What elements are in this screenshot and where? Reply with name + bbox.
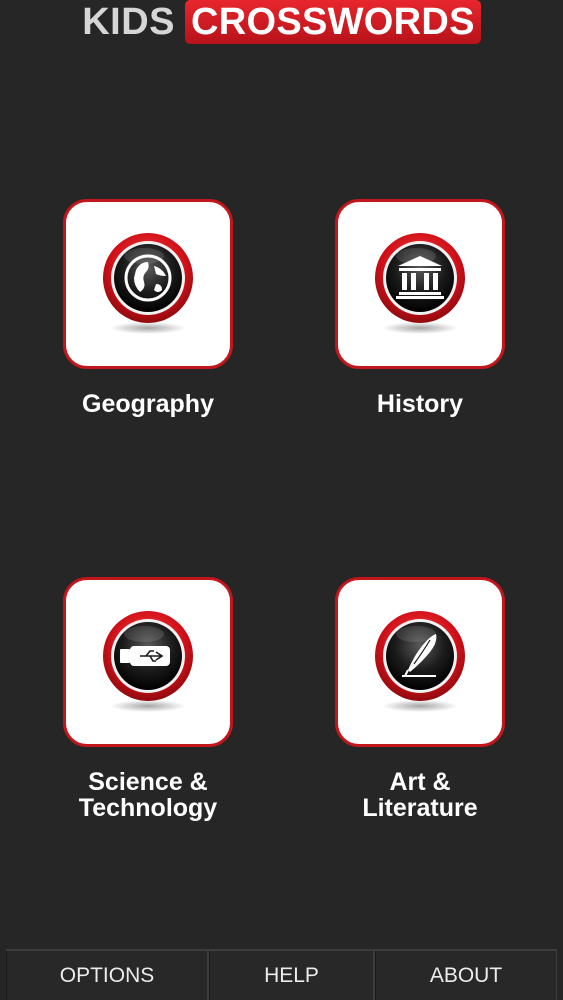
options-button[interactable]: OPTIONS: [6, 951, 209, 1000]
category-label-art-literature: Art & Literature: [362, 768, 478, 822]
museum-icon: [375, 233, 465, 334]
app-logo: KIDS CROSSWORDS: [0, 0, 563, 48]
main-menu-screen: KIDS CROSSWORDS Geography History Scienc…: [0, 0, 563, 1000]
logo-crosswords-text: CROSSWORDS: [185, 0, 481, 44]
category-geography[interactable]: Geography: [33, 199, 263, 417]
category-art-literature[interactable]: Art & Literature: [305, 577, 535, 821]
bottom-nav-bar: OPTIONS HELP ABOUT: [6, 949, 557, 1000]
category-label-history: History: [376, 390, 464, 418]
usb-drive-icon: [103, 611, 193, 712]
globe-icon: [103, 233, 193, 334]
science-technology-tile[interactable]: [63, 577, 233, 747]
category-label-science-technology: Science & Technology: [78, 768, 218, 822]
geography-tile[interactable]: [63, 199, 233, 369]
category-label-geography: Geography: [82, 390, 214, 418]
about-button[interactable]: ABOUT: [375, 951, 557, 1000]
help-button[interactable]: HELP: [209, 951, 375, 1000]
art-literature-tile[interactable]: [335, 577, 505, 747]
category-history[interactable]: History: [305, 199, 535, 417]
category-science-technology[interactable]: Science & Technology: [33, 577, 263, 821]
logo-kids-text: KIDS: [82, 1, 175, 43]
quill-pen-icon: [375, 611, 465, 712]
history-tile[interactable]: [335, 199, 505, 369]
